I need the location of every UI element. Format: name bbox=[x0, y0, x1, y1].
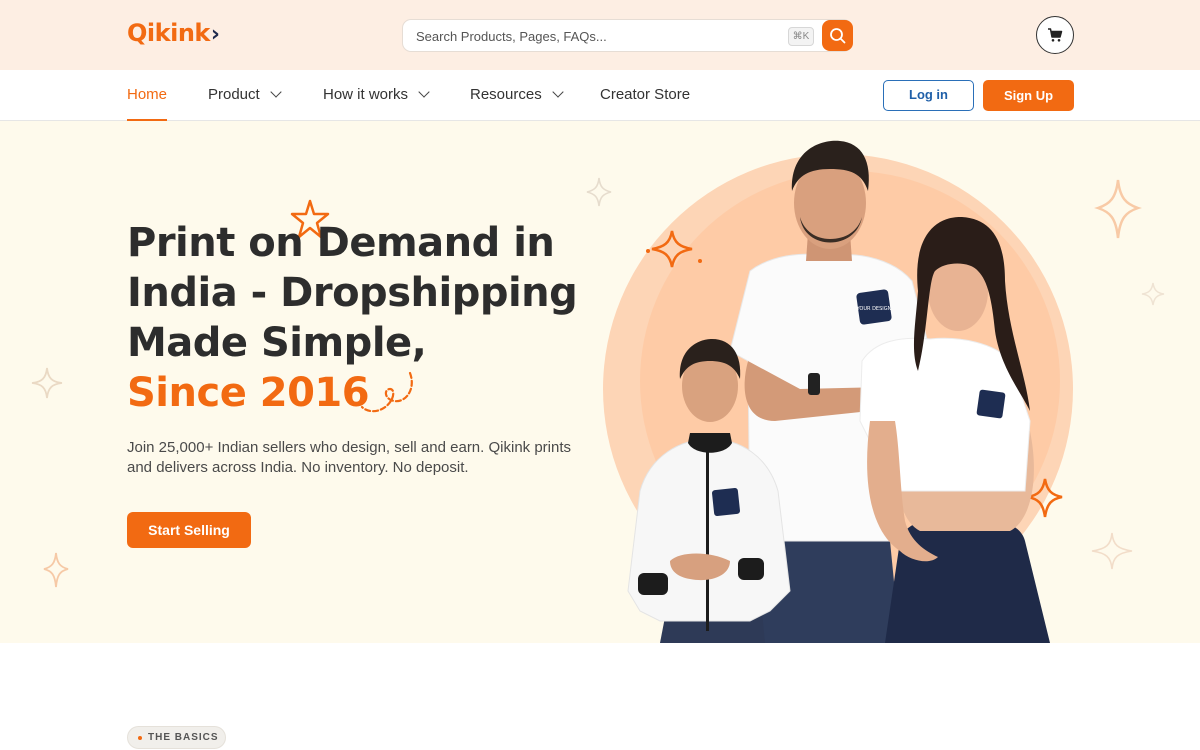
headline-accent: Since 2016 bbox=[127, 370, 370, 416]
headline-line-3: Made Simple, bbox=[127, 320, 427, 366]
hero-models-image: YOUR DESIGN bbox=[627, 140, 1063, 643]
chevron-down-icon bbox=[418, 86, 430, 98]
nav-how-it-works-label: How it works bbox=[323, 86, 409, 103]
headline-line-2: India - Dropshipping bbox=[127, 270, 578, 316]
orange-sparkle-icon bbox=[1027, 478, 1063, 518]
hero-subtext: Join 25,000+ Indian sellers who design, … bbox=[127, 439, 572, 476]
design-patch-label: YOUR DESIGN bbox=[856, 306, 892, 312]
chevron-down-icon bbox=[552, 86, 564, 98]
sparkle-outline-icon bbox=[1094, 179, 1142, 239]
search-icon bbox=[830, 28, 846, 44]
search-button[interactable] bbox=[822, 20, 853, 51]
headline-line-1: Print on Demand in bbox=[127, 220, 555, 266]
nav-resources[interactable]: Resources bbox=[470, 86, 564, 103]
section-badge-label: THE BASICS bbox=[148, 732, 219, 743]
nav-product-label: Product bbox=[208, 86, 260, 103]
nav-home[interactable]: Home bbox=[127, 86, 168, 121]
sparkle-outline-icon bbox=[31, 367, 63, 399]
sparkle-outline-icon bbox=[1141, 282, 1165, 306]
main-nav: Home Product How it works Resources Crea… bbox=[0, 70, 1200, 121]
nav-product[interactable]: Product bbox=[208, 86, 282, 103]
orange-sparkle-icon bbox=[646, 230, 702, 268]
sparkle-outline-icon bbox=[43, 552, 69, 588]
brand-logo[interactable]: Qikink› bbox=[127, 19, 220, 47]
start-selling-button[interactable]: Start Selling bbox=[127, 512, 251, 548]
hero-headline: Print on Demand in India - Dropshipping … bbox=[127, 218, 597, 418]
badge-dot bbox=[138, 736, 142, 740]
signup-button[interactable]: Sign Up bbox=[983, 80, 1074, 111]
sparkle-outline-icon bbox=[1091, 532, 1133, 570]
search-input[interactable]: Search Products, Pages, FAQs... bbox=[416, 29, 607, 44]
nav-home-label: Home bbox=[127, 86, 168, 103]
login-button[interactable]: Log in bbox=[883, 80, 974, 111]
search-bar[interactable]: Search Products, Pages, FAQs... ⌘K bbox=[402, 19, 853, 52]
section-badge: THE BASICS bbox=[127, 726, 226, 749]
cart-button[interactable] bbox=[1036, 16, 1074, 54]
nav-creator-store[interactable]: Creator Store bbox=[600, 86, 690, 103]
hero-section: Print on Demand in India - Dropshipping … bbox=[0, 121, 1200, 643]
nav-resources-label: Resources bbox=[470, 86, 542, 103]
top-bar: Qikink› Search Products, Pages, FAQs... … bbox=[0, 0, 1200, 70]
logo-chevron-icon: › bbox=[210, 22, 220, 47]
nav-how-it-works[interactable]: How it works bbox=[323, 86, 430, 103]
nav-creator-store-label: Creator Store bbox=[600, 86, 691, 103]
chevron-down-icon bbox=[270, 86, 282, 98]
cart-icon bbox=[1048, 28, 1063, 42]
search-shortcut-hint: ⌘K bbox=[788, 27, 814, 46]
